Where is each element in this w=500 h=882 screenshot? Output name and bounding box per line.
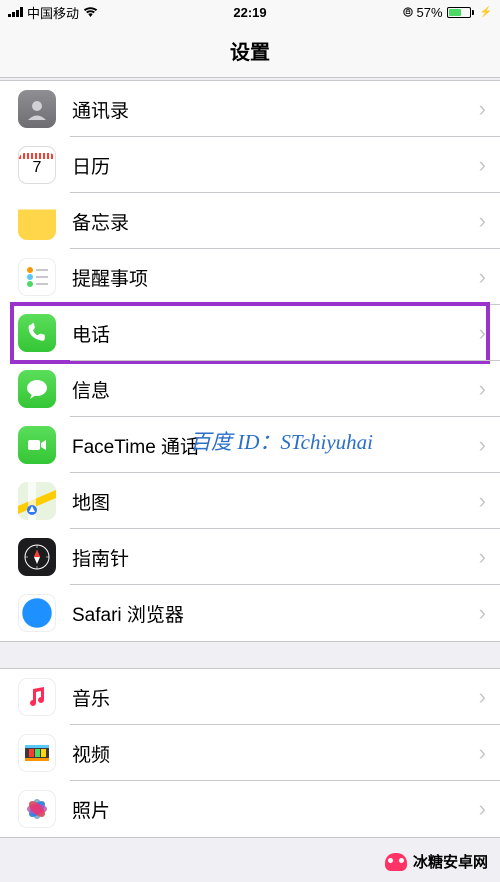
status-right: 57% ⚡: [403, 5, 492, 20]
charging-icon: ⚡: [480, 7, 492, 18]
maps-icon: [18, 482, 56, 520]
music-icon: [18, 678, 56, 716]
row-label: 视频: [72, 740, 479, 767]
chevron-right-icon: ›: [479, 432, 500, 458]
chevron-right-icon: ›: [479, 320, 500, 346]
chevron-right-icon: ›: [479, 264, 500, 290]
wifi-icon: [83, 7, 98, 18]
photos-icon: [18, 790, 56, 828]
row-calendar[interactable]: 7 日历 ›: [0, 137, 500, 193]
calendar-icon: 7: [18, 146, 56, 184]
row-notes[interactable]: 备忘录 ›: [0, 193, 500, 249]
chevron-right-icon: ›: [479, 544, 500, 570]
row-photos[interactable]: 照片 ›: [0, 781, 500, 837]
chevron-right-icon: ›: [479, 740, 500, 766]
row-facetime[interactable]: FaceTime 通话 ›: [0, 417, 500, 473]
reminders-icon: [18, 258, 56, 296]
settings-group-2: 音乐 › 视频 › 照片 ›: [0, 668, 500, 838]
phone-icon: [18, 314, 56, 352]
row-safari[interactable]: Safari 浏览器 ›: [0, 585, 500, 641]
row-label: 指南针: [72, 544, 479, 571]
row-compass[interactable]: 指南针 ›: [0, 529, 500, 585]
row-maps[interactable]: 地图 ›: [0, 473, 500, 529]
status-left: 中国移动: [8, 3, 403, 22]
row-label: 提醒事项: [72, 264, 479, 291]
row-messages[interactable]: 信息 ›: [0, 361, 500, 417]
row-label: Safari 浏览器: [72, 600, 479, 627]
messages-icon: [18, 370, 56, 408]
battery-percent: 57%: [417, 5, 443, 20]
row-label: 地图: [72, 488, 479, 515]
row-label: 通讯录: [72, 96, 479, 123]
battery-icon: [447, 7, 474, 18]
notes-icon: [18, 202, 56, 240]
status-bar: 中国移动 22:19 57% ⚡: [0, 0, 500, 24]
row-videos[interactable]: 视频 ›: [0, 725, 500, 781]
chevron-right-icon: ›: [479, 684, 500, 710]
row-music[interactable]: 音乐 ›: [0, 669, 500, 725]
compass-icon: [18, 538, 56, 576]
chevron-right-icon: ›: [479, 376, 500, 402]
facetime-icon: [18, 426, 56, 464]
chevron-right-icon: ›: [479, 796, 500, 822]
chevron-right-icon: ›: [479, 96, 500, 122]
row-label: 照片: [72, 796, 479, 823]
row-contacts[interactable]: 通讯录 ›: [0, 81, 500, 137]
row-label: 信息: [72, 376, 479, 403]
contacts-icon: [18, 90, 56, 128]
row-label: FaceTime 通话: [72, 432, 479, 459]
chevron-right-icon: ›: [479, 600, 500, 626]
row-label: 备忘录: [72, 208, 479, 235]
watermark-brand: 冰糖安卓网: [385, 851, 488, 872]
page-title: 设置: [0, 24, 500, 78]
signal-icon: [8, 7, 23, 17]
row-label: 日历: [72, 152, 479, 179]
settings-group-1: 通讯录 › 7 日历 › 备忘录 › 提醒事项 › 电话 › 信息 ›: [0, 80, 500, 642]
chevron-right-icon: ›: [479, 488, 500, 514]
brand-logo-icon: [385, 853, 407, 871]
row-label: 音乐: [72, 684, 479, 711]
chevron-right-icon: ›: [479, 208, 500, 234]
row-label: 电话: [72, 320, 479, 347]
safari-icon: [18, 594, 56, 632]
orientation-lock-icon: [403, 6, 413, 18]
row-reminders[interactable]: 提醒事项 ›: [0, 249, 500, 305]
row-phone[interactable]: 电话 ›: [0, 305, 500, 361]
chevron-right-icon: ›: [479, 152, 500, 178]
carrier-label: 中国移动: [27, 3, 79, 22]
status-time: 22:19: [233, 5, 266, 20]
videos-icon: [18, 734, 56, 772]
